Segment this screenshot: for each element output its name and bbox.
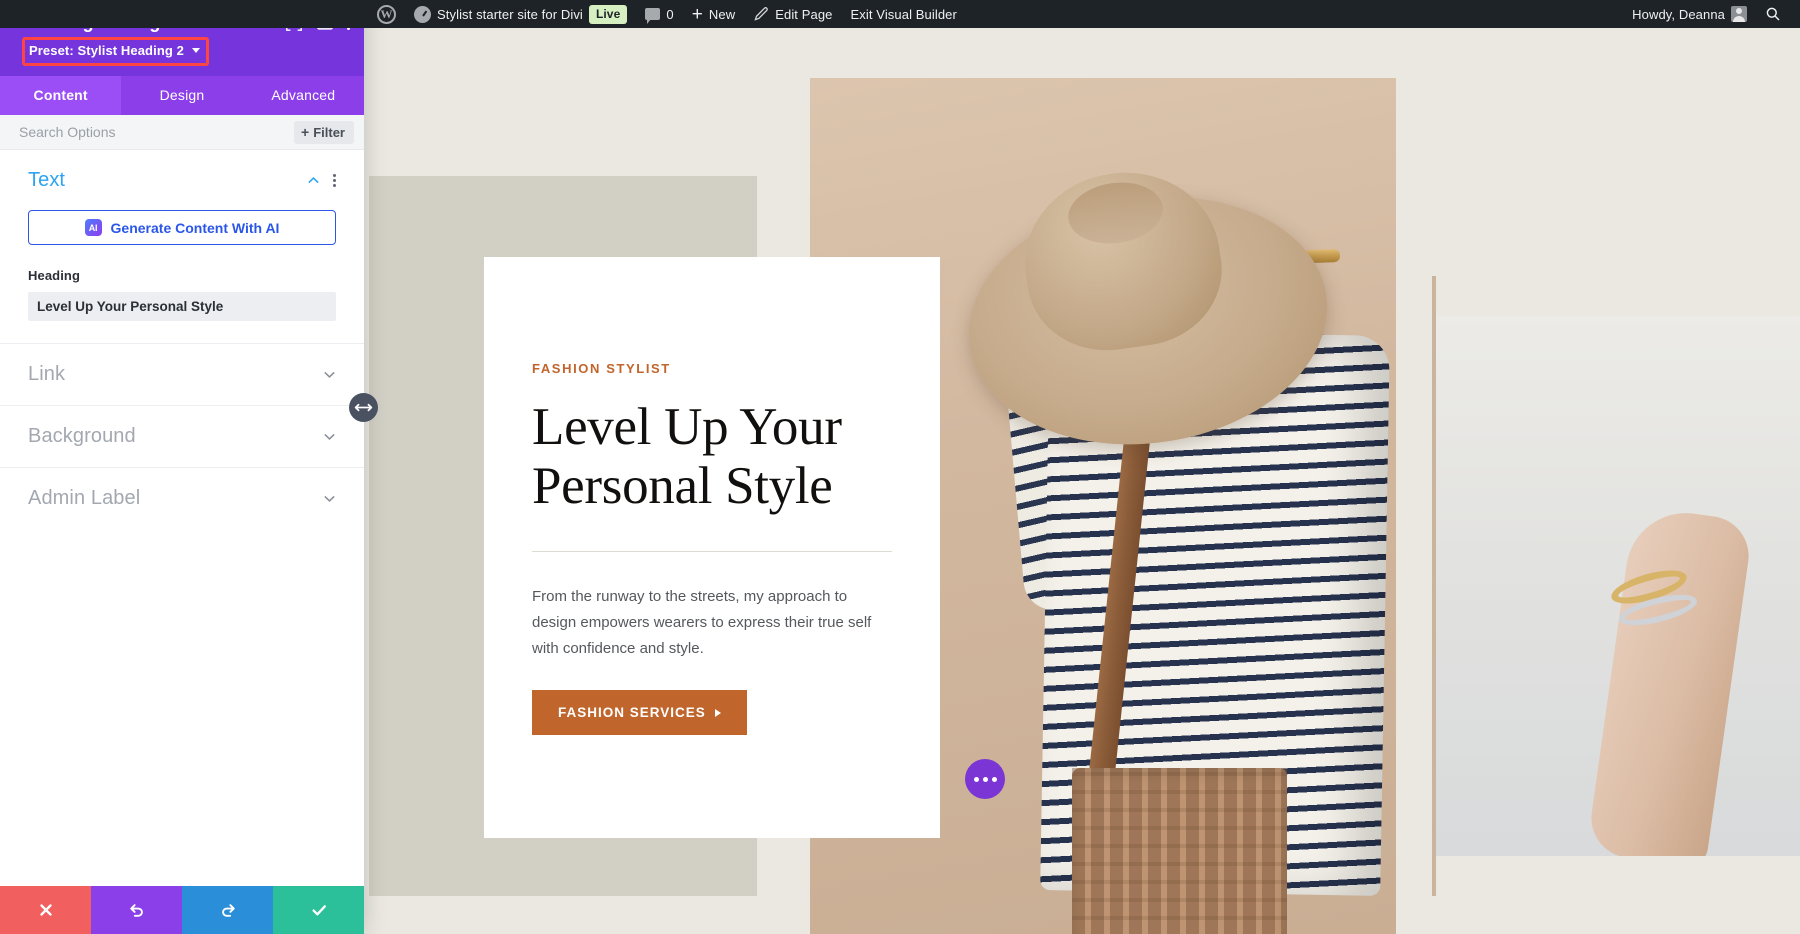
generate-content-with-ai-button[interactable]: AI Generate Content With AI — [28, 210, 336, 245]
section-text-tools — [307, 174, 336, 187]
site-name-menu[interactable]: Stylist starter site for Divi Live — [405, 0, 636, 28]
hero-paragraph: From the runway to the streets, my appro… — [532, 584, 892, 663]
filter-button[interactable]: + Filter — [294, 121, 354, 144]
dashboard-icon — [414, 6, 431, 23]
tab-design[interactable]: Design — [121, 76, 242, 115]
hero-content-card: FASHION STYLIST Level Up Your Personal S… — [484, 257, 940, 838]
heading-settings-panel: Heading Settings — [0, 0, 364, 934]
panel-footer — [0, 886, 364, 934]
tab-advanced[interactable]: Advanced — [243, 76, 364, 115]
pencil-icon — [753, 6, 769, 22]
resize-horizontal-icon — [354, 402, 373, 413]
hero-card-inner: FASHION STYLIST Level Up Your Personal S… — [484, 257, 940, 735]
wp-admin-bar: Stylist starter site for Divi Live 0 + N… — [0, 0, 1800, 28]
dot-1 — [974, 777, 979, 782]
checkmark-icon — [310, 901, 328, 919]
chevron-down-icon[interactable] — [323, 492, 336, 505]
live-badge: Live — [589, 5, 627, 24]
section-text: Text AI Generate Content With AI Heading — [0, 150, 364, 343]
preset-selector[interactable]: Preset: Stylist Heading 2 — [22, 37, 209, 66]
preset-label: Preset: Stylist Heading 2 — [29, 43, 184, 58]
hero-heading[interactable]: Level Up Your Personal Style — [532, 398, 940, 517]
generate-ai-label: Generate Content With AI — [111, 220, 280, 236]
account-menu[interactable]: Howdy, Deanna — [1623, 0, 1756, 28]
panel-resize-handle[interactable] — [349, 393, 378, 422]
chevron-down-icon — [192, 48, 200, 53]
search-button[interactable] — [1756, 0, 1790, 28]
search-icon — [1765, 6, 1781, 22]
tab-content[interactable]: Content — [0, 76, 121, 115]
ai-icon: AI — [85, 219, 102, 236]
edit-page-link[interactable]: Edit Page — [744, 0, 841, 28]
search-row: + Filter — [0, 115, 364, 150]
plus-icon: + — [692, 5, 703, 24]
admin-bar-right-group: Howdy, Deanna — [1623, 0, 1800, 28]
section-link-title: Link — [28, 363, 65, 386]
section-text-header[interactable]: Text — [28, 169, 336, 192]
redo-icon — [219, 901, 237, 919]
chevron-up-icon[interactable] — [307, 174, 320, 187]
undo-icon — [128, 901, 146, 919]
dot-3 — [992, 777, 997, 782]
exit-visual-builder-label: Exit Visual Builder — [851, 7, 957, 22]
heading-field-label: Heading — [28, 268, 336, 283]
panel-body: Text AI Generate Content With AI Heading — [0, 150, 364, 886]
section-text-title: Text — [28, 169, 65, 192]
howdy-label: Howdy, Deanna — [1632, 7, 1725, 22]
module-actions-fab[interactable] — [965, 759, 1005, 799]
cancel-button[interactable] — [0, 886, 91, 934]
plus-icon: + — [301, 125, 309, 139]
heading-input[interactable] — [28, 292, 336, 321]
eyebrow-text: FASHION STYLIST — [532, 361, 940, 376]
edit-page-label: Edit Page — [775, 7, 832, 22]
visual-builder-canvas: FASHION STYLIST Level Up Your Personal S… — [364, 28, 1800, 934]
model-arm — [1586, 505, 1754, 856]
filter-label: Filter — [313, 125, 345, 140]
undo-button[interactable] — [91, 886, 182, 934]
divider-rule — [532, 551, 892, 552]
right-side-photograph — [1432, 316, 1800, 856]
chevron-down-icon[interactable] — [323, 430, 336, 443]
fashion-services-label: FASHION SERVICES — [558, 705, 706, 720]
kebab-dot-1 — [333, 174, 336, 177]
exit-visual-builder-link[interactable]: Exit Visual Builder — [842, 0, 966, 28]
woven-leather-bag — [1072, 768, 1287, 934]
search-input[interactable] — [19, 124, 294, 140]
admin-bar-left-group: Stylist starter site for Divi Live 0 + N… — [0, 0, 966, 28]
save-button[interactable] — [273, 886, 364, 934]
section-more-options-icon[interactable] — [333, 174, 336, 187]
kebab-dot-3 — [333, 184, 336, 187]
new-content-menu[interactable]: + New — [683, 0, 745, 28]
section-link[interactable]: Link — [0, 343, 364, 405]
fashion-services-button[interactable]: FASHION SERVICES — [532, 690, 747, 735]
comment-bubble-icon — [645, 8, 660, 20]
section-admin-label[interactable]: Admin Label — [0, 467, 364, 529]
section-background-title: Background — [28, 425, 136, 448]
redo-button[interactable] — [182, 886, 273, 934]
bag-weave-texture — [1072, 768, 1287, 934]
site-name-label: Stylist starter site for Divi — [437, 7, 583, 22]
dot-2 — [983, 777, 988, 782]
comment-count-label: 0 — [666, 7, 673, 22]
kebab-dot-2 — [333, 179, 336, 182]
wordpress-icon — [377, 5, 396, 24]
comments-menu[interactable]: 0 — [636, 0, 682, 28]
close-icon — [37, 901, 55, 919]
section-background[interactable]: Background — [0, 405, 364, 467]
arrow-right-icon — [715, 709, 721, 717]
panel-tabs: Content Design Advanced — [0, 76, 364, 115]
chevron-down-icon[interactable] — [323, 368, 336, 381]
avatar — [1731, 6, 1747, 22]
new-label: New — [709, 7, 735, 22]
wordpress-logo-menu[interactable] — [368, 0, 405, 28]
section-admin-label-title: Admin Label — [28, 487, 140, 510]
